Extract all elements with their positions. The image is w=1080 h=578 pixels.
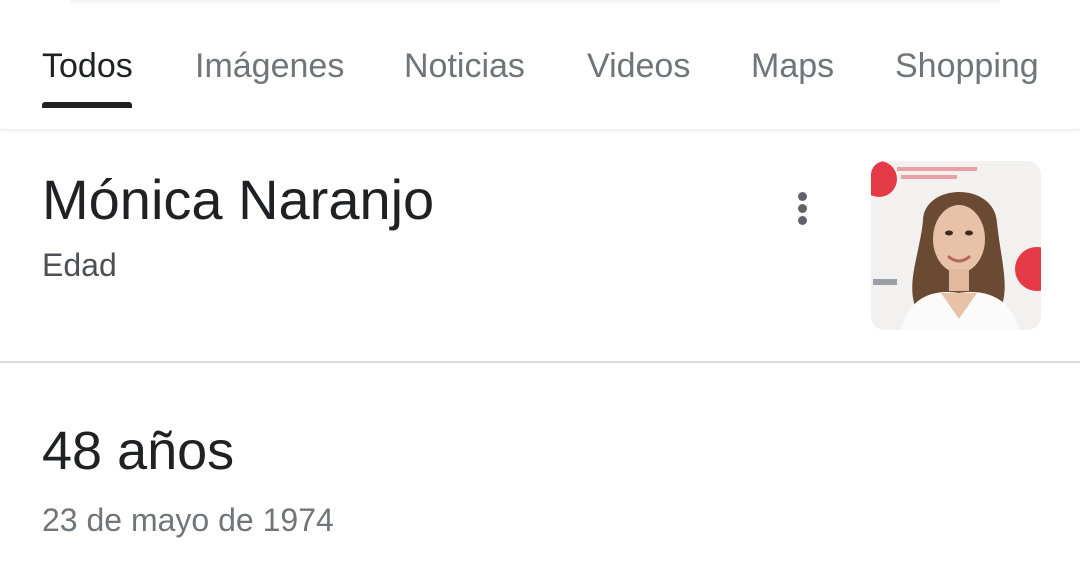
tab-noticias[interactable]: Noticias <box>404 45 525 87</box>
entity-thumbnail[interactable] <box>871 161 1041 330</box>
tab-videos[interactable]: Videos <box>587 45 690 87</box>
entity-title: Mónica Naranjo <box>42 168 435 231</box>
search-tabs: Todos Imágenes Noticias Videos Maps Shop… <box>0 0 1080 130</box>
active-tab-indicator <box>42 102 132 108</box>
tab-maps[interactable]: Maps <box>751 45 834 87</box>
tab-todos[interactable]: Todos <box>42 45 133 87</box>
birth-date: 23 de mayo de 1974 <box>42 502 334 538</box>
entity-subtitle: Edad <box>42 247 117 283</box>
tab-shopping[interactable]: Shopping <box>895 45 1039 87</box>
tab-imagenes[interactable]: Imágenes <box>195 45 344 87</box>
more-options-button[interactable] <box>780 184 826 234</box>
section-divider <box>0 361 1080 363</box>
age-answer: 48 años <box>42 421 235 481</box>
search-results-page: Todos Imágenes Noticias Videos Maps Shop… <box>0 0 1080 578</box>
person-photo <box>871 161 1041 330</box>
